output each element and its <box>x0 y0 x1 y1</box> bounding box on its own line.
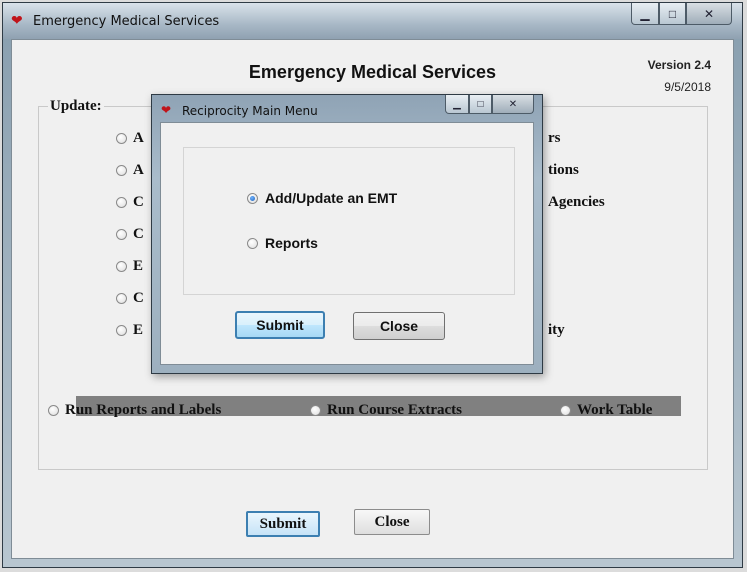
update-option-right-7-text: ity <box>548 322 565 338</box>
app-title: Emergency Medical Services <box>248 62 497 82</box>
dialog-title: Reciprocity Main Menu <box>182 104 318 118</box>
main-titlebar[interactable]: ❤ Emergency Medical Services ▁ □ ✕ <box>3 3 742 39</box>
heart-icon: ❤ <box>11 12 23 28</box>
minimize-button[interactable]: ▁ <box>631 3 659 25</box>
update-option-right-3-text: Agencies <box>548 194 605 210</box>
minimize-icon: ▁ <box>640 6 650 21</box>
radio-icon <box>116 197 127 208</box>
close-icon: ✕ <box>703 6 715 21</box>
version-date: 9/5/2018 <box>664 80 711 94</box>
radio-icon <box>560 405 571 416</box>
close-window-button[interactable]: ✕ <box>686 3 732 25</box>
minimize-icon: ▁ <box>453 98 461 110</box>
update-label: Update: <box>48 98 104 115</box>
main-close-button[interactable]: Close <box>354 509 430 535</box>
add-update-emt-option[interactable]: Add/Update an EMT <box>247 190 397 206</box>
main-submit-button[interactable]: Submit <box>246 511 320 537</box>
update-option-2[interactable]: A <box>116 162 144 179</box>
work-table-option[interactable]: Work Table <box>560 402 652 419</box>
update-option-4[interactable]: C <box>116 226 144 243</box>
dialog-client-area: Add/Update an EMT Reports Submit Close <box>160 122 534 365</box>
version-label: Version 2.4 <box>647 58 711 72</box>
update-option-7[interactable]: E <box>116 322 143 339</box>
maximize-icon: □ <box>668 6 677 21</box>
reciprocity-dialog: ❤ Reciprocity Main Menu ▁ □ ✕ Add/Update… <box>151 94 543 374</box>
window-title: Emergency Medical Services <box>33 14 220 29</box>
dialog-close-window-button[interactable]: ✕ <box>492 95 534 114</box>
radio-icon <box>116 133 127 144</box>
maximize-icon: □ <box>477 98 484 110</box>
close-icon: ✕ <box>508 98 518 110</box>
dialog-close-button[interactable]: Close <box>353 312 445 340</box>
update-option-right-2-text: tions <box>548 162 579 178</box>
radio-icon <box>116 165 127 176</box>
update-option-5[interactable]: E <box>116 258 143 275</box>
radio-icon <box>310 405 321 416</box>
radio-icon <box>116 325 127 336</box>
run-reports-option[interactable]: Run Reports and Labels <box>48 402 221 419</box>
update-option-1[interactable]: A <box>116 130 144 147</box>
reports-option[interactable]: Reports <box>247 235 318 251</box>
heart-icon: ❤ <box>161 103 172 117</box>
maximize-button[interactable]: □ <box>659 3 686 25</box>
window-controls: ▁ □ ✕ <box>631 3 732 27</box>
radio-icon <box>48 405 59 416</box>
radio-icon <box>116 261 127 272</box>
dialog-options-groupbox <box>183 147 515 295</box>
update-option-right-1-text: rs <box>548 130 561 146</box>
update-option-6[interactable]: C <box>116 290 144 307</box>
update-option-3[interactable]: C <box>116 194 144 211</box>
radio-checked-icon <box>247 192 258 204</box>
dialog-maximize-button[interactable]: □ <box>469 95 492 114</box>
radio-icon <box>247 237 258 249</box>
dialog-submit-button[interactable]: Submit <box>235 311 325 339</box>
radio-icon <box>116 293 127 304</box>
dialog-titlebar[interactable]: ❤ Reciprocity Main Menu ▁ □ ✕ <box>152 95 542 123</box>
dialog-window-controls: ▁ □ ✕ <box>445 95 534 115</box>
radio-icon <box>116 229 127 240</box>
run-course-extracts-option[interactable]: Run Course Extracts <box>310 402 462 419</box>
dialog-minimize-button[interactable]: ▁ <box>445 95 469 114</box>
